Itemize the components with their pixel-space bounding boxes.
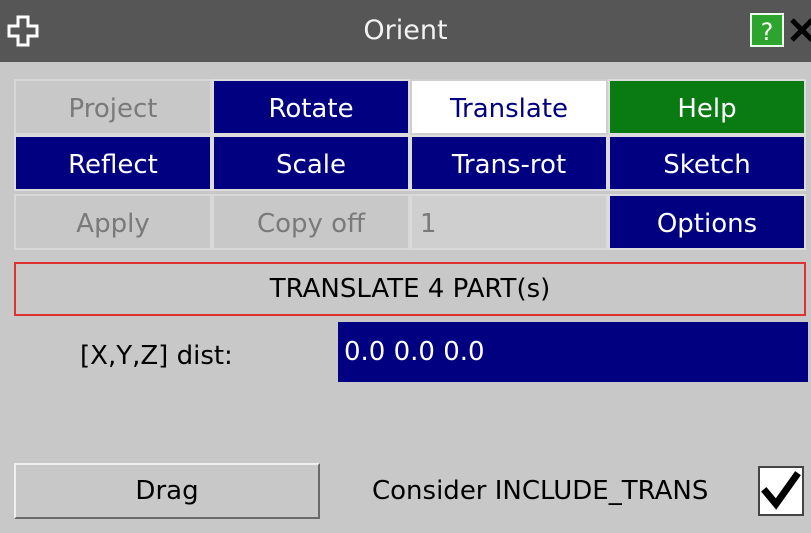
- options-button[interactable]: Options: [608, 194, 806, 250]
- tab-translate[interactable]: Translate: [410, 79, 608, 135]
- tab-rotate[interactable]: Rotate: [212, 79, 410, 135]
- status-banner: TRANSLATE 4 PART(s): [14, 262, 806, 316]
- window-title: Orient: [363, 15, 448, 46]
- tab-scale[interactable]: Scale: [212, 135, 410, 191]
- help-button[interactable]: Help: [608, 79, 806, 135]
- distance-input[interactable]: 0.0 0.0 0.0: [338, 322, 808, 382]
- window-help-button[interactable]: ?: [750, 13, 784, 47]
- apply-button[interactable]: Apply: [14, 194, 212, 250]
- tab-sketch[interactable]: Sketch: [608, 135, 806, 191]
- copy-count-field[interactable]: 1: [410, 194, 608, 250]
- checkmark-icon: [761, 471, 801, 510]
- close-icon[interactable]: [789, 13, 811, 47]
- consider-include-trans-checkbox[interactable]: [758, 466, 804, 516]
- drag-button[interactable]: Drag: [14, 463, 320, 519]
- distance-label: [X,Y,Z] dist:: [80, 341, 233, 371]
- copy-toggle-button[interactable]: Copy off: [212, 194, 410, 250]
- window-titlebar: Orient ?: [0, 0, 811, 62]
- consider-include-trans-label: Consider INCLUDE_TRANS: [372, 476, 709, 506]
- tab-reflect[interactable]: Reflect: [14, 135, 212, 191]
- tab-trans-rot[interactable]: Trans-rot: [410, 135, 608, 191]
- tab-project[interactable]: Project: [14, 79, 212, 135]
